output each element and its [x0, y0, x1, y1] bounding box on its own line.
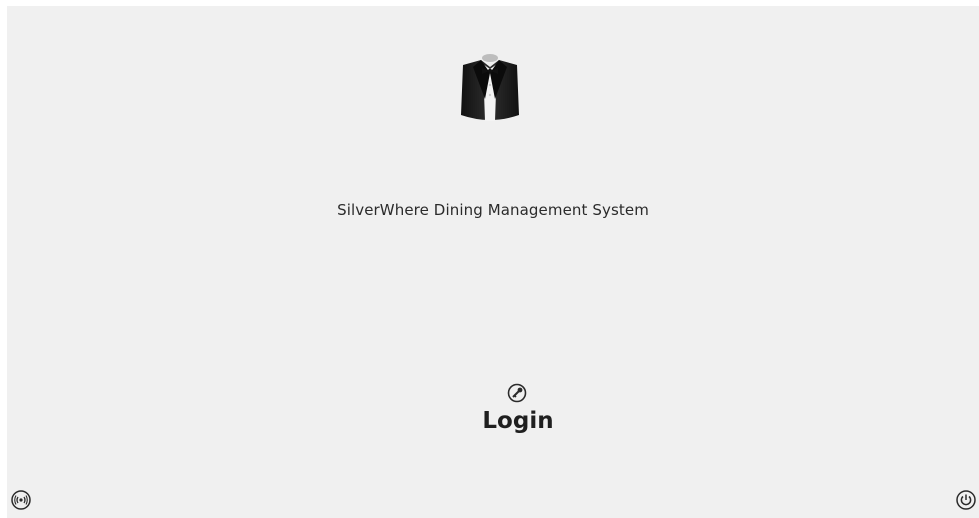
login-screen: SilverWhere Dining Management System Log…: [7, 6, 979, 518]
wireless-button[interactable]: [10, 489, 32, 511]
power-button[interactable]: [955, 489, 977, 511]
key-icon: [507, 383, 527, 403]
tuxedo-icon: [459, 51, 521, 127]
login-button[interactable]: Login: [465, 378, 571, 444]
power-icon: [955, 489, 977, 511]
login-label: Login: [482, 408, 554, 434]
wireless-icon: [10, 489, 32, 511]
app-title: SilverWhere Dining Management System: [337, 201, 649, 219]
